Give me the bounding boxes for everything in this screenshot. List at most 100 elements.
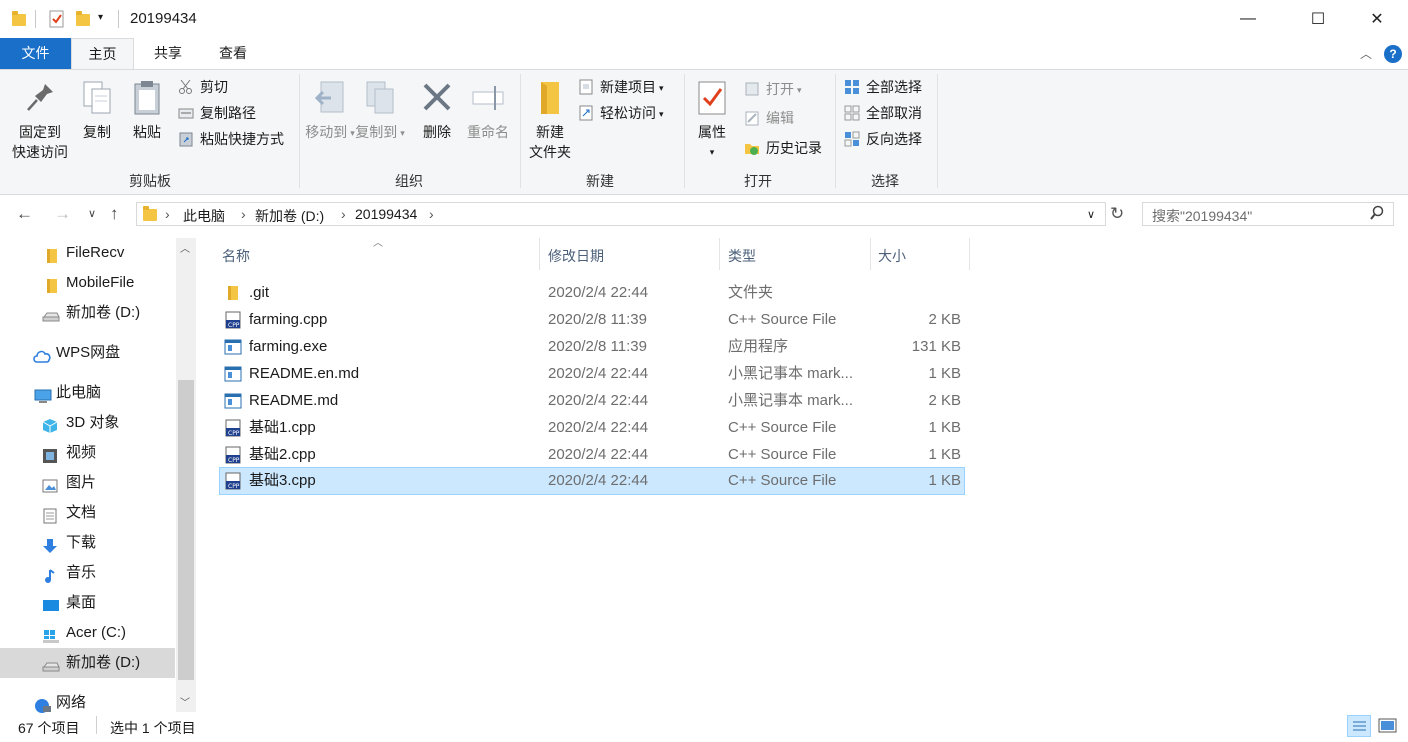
paste-button[interactable]: 粘贴 [126,80,168,142]
history-button[interactable]: 历史记录 [744,137,822,159]
tab-file[interactable]: 文件 [0,38,71,69]
breadcrumb-this-pc[interactable]: 此电脑 [183,206,225,226]
collapse-ribbon-icon[interactable]: ︿ [1360,45,1372,62]
column-header-type[interactable]: 类型 [728,246,756,266]
tab-view[interactable]: 查看 [203,38,263,69]
select-all-button[interactable]: 全部选择 [844,76,922,98]
properties-button[interactable]: 属性 ▾ [692,80,732,162]
column-divider[interactable] [539,238,540,270]
column-divider[interactable] [870,238,871,270]
file-row[interactable]: farming.exe 2020/2/8 11:39 应用程序 131 KB [219,333,965,360]
recent-locations-icon[interactable]: ∨ [88,207,96,220]
edit-button[interactable]: 编辑 [744,107,794,129]
address-bar[interactable]: › 此电脑 › 新加卷 (D:) › 20199434 › ∨ [136,202,1106,226]
select-none-label: 全部取消 [866,105,922,121]
tab-share[interactable]: 共享 [138,38,198,69]
column-divider[interactable] [719,238,720,270]
sidebar-item-documents[interactable]: 文档 [0,498,175,528]
sidebar-item-drive-c[interactable]: Acer (C:) [0,618,175,648]
md-file-icon [224,392,242,410]
new-folder-quick-icon[interactable] [76,11,90,26]
details-view-icon[interactable] [1347,715,1371,737]
breadcrumb-chevron-icon[interactable]: › [429,206,434,222]
tab-home[interactable]: 主页 [71,38,134,69]
sidebar-item-3d-objects[interactable]: 3D 对象 [0,408,175,438]
column-header-name[interactable]: 名称 [222,246,250,266]
file-row[interactable]: CPP 基础1.cpp 2020/2/4 22:44 C++ Source Fi… [219,414,965,441]
pin-quick-access-button[interactable]: 固定到 快速访问 [8,80,72,162]
cube-icon [42,415,58,433]
close-button[interactable]: ✕ [1354,0,1400,38]
new-folder-button[interactable]: 新建 文件夹 [526,80,574,162]
copy-path-button[interactable]: 复制路径 [178,102,256,124]
address-dropdown-icon[interactable]: ∨ [1087,208,1095,221]
open-label: 打开 [766,81,794,97]
file-row[interactable]: CPP 基础2.cpp 2020/2/4 22:44 C++ Source Fi… [219,441,965,468]
file-row-selected[interactable]: CPP 基础3.cpp 2020/2/4 22:44 C++ Source Fi… [219,467,965,495]
sidebar-item-downloads[interactable]: 下载 [0,528,175,558]
column-header-date[interactable]: 修改日期 [548,246,604,266]
new-item-button[interactable]: 新建项目 ▾ [578,76,664,98]
sidebar-item-desktop[interactable]: 桌面 [0,588,175,618]
copy-button[interactable]: 复制 [76,80,118,142]
scroll-down-icon[interactable]: ﹀ [180,694,190,709]
group-divider [520,74,521,188]
file-size: 1 KB [928,365,961,382]
select-none-button[interactable]: 全部取消 [844,102,922,124]
music-icon [42,565,58,583]
open-button[interactable]: 打开 ▾ [744,78,802,100]
forward-arrow-icon[interactable]: → [54,204,71,224]
file-row[interactable]: README.en.md 2020/2/4 22:44 小黑记事本 mark..… [219,360,965,387]
copy-to-button[interactable]: 复制到 ▾ [354,80,406,143]
maximize-button[interactable]: ☐ [1295,0,1341,38]
up-arrow-icon[interactable]: ↑ [110,204,119,224]
search-icon[interactable] [1369,205,1385,224]
sidebar-item-this-pc[interactable]: 此电脑 [0,378,175,408]
sidebar-item-filerecv[interactable]: FileRecv [0,238,175,268]
delete-x-icon [420,80,454,116]
file-row[interactable]: README.md 2020/2/4 22:44 小黑记事本 mark... 2… [219,387,965,414]
sidebar-item-drive-d[interactable]: 新加卷 (D:) [0,648,175,678]
refresh-icon[interactable]: ↻ [1110,204,1124,224]
breadcrumb-drive-d[interactable]: 新加卷 (D:) [255,206,324,226]
cut-button[interactable]: 剪切 [178,76,228,98]
easy-access-button[interactable]: 轻松访问 ▾ [578,102,664,124]
scroll-up-icon[interactable]: ︿ [180,240,190,255]
breadcrumb-current-folder[interactable]: 20199434 [355,206,417,222]
file-row[interactable]: CPP farming.cpp 2020/2/8 11:39 C++ Sourc… [219,306,965,333]
sidebar-item-pictures[interactable]: 图片 [0,468,175,498]
back-arrow-icon[interactable]: ← [16,204,33,224]
sidebar-item-mobilefile[interactable]: MobileFile [0,268,175,298]
move-to-button[interactable]: 移动到 ▾ [304,80,356,143]
open-group-label: 打开 [744,173,772,189]
paste-shortcut-button[interactable]: 粘贴快捷方式 [178,128,284,150]
invert-selection-button[interactable]: 反向选择 [844,128,922,150]
rename-button[interactable]: 重命名 [462,80,514,142]
sidebar-item-drive-d-quick[interactable]: 新加卷 (D:) [0,298,175,328]
large-icons-view-icon[interactable] [1378,717,1398,738]
column-divider[interactable] [969,238,970,270]
minimize-button[interactable]: — [1225,0,1271,38]
sidebar-item-videos[interactable]: 视频 [0,438,175,468]
breadcrumb-chevron-icon[interactable]: › [341,206,346,222]
sidebar-item-wps-cloud[interactable]: WPS网盘 [0,338,175,368]
breadcrumb-chevron-icon[interactable]: › [241,206,246,222]
file-date: 2020/2/4 22:44 [548,365,649,382]
search-input[interactable]: 搜索"20199434" [1142,202,1394,226]
select-all-label: 全部选择 [866,79,922,95]
file-type: 小黑记事本 mark... [728,365,854,382]
select-none-icon [844,105,860,121]
delete-button[interactable]: 删除 [418,80,456,142]
help-icon[interactable]: ? [1384,45,1402,63]
sidebar-item-music[interactable]: 音乐 [0,558,175,588]
properties-dropdown-icon[interactable]: ▾ [692,142,732,162]
file-size: 1 KB [928,472,961,489]
customize-quick-access-icon[interactable]: ▾ [98,12,103,30]
column-header-size[interactable]: 大小 [878,246,906,266]
sidebar-scrollbar-thumb[interactable] [178,380,194,680]
divider [96,716,97,734]
file-row[interactable]: .git 2020/2/4 22:44 文件夹 [219,279,965,306]
properties-quick-icon[interactable] [48,10,66,28]
file-size: 131 KB [911,338,961,355]
breadcrumb-chevron-icon[interactable]: › [165,206,170,222]
